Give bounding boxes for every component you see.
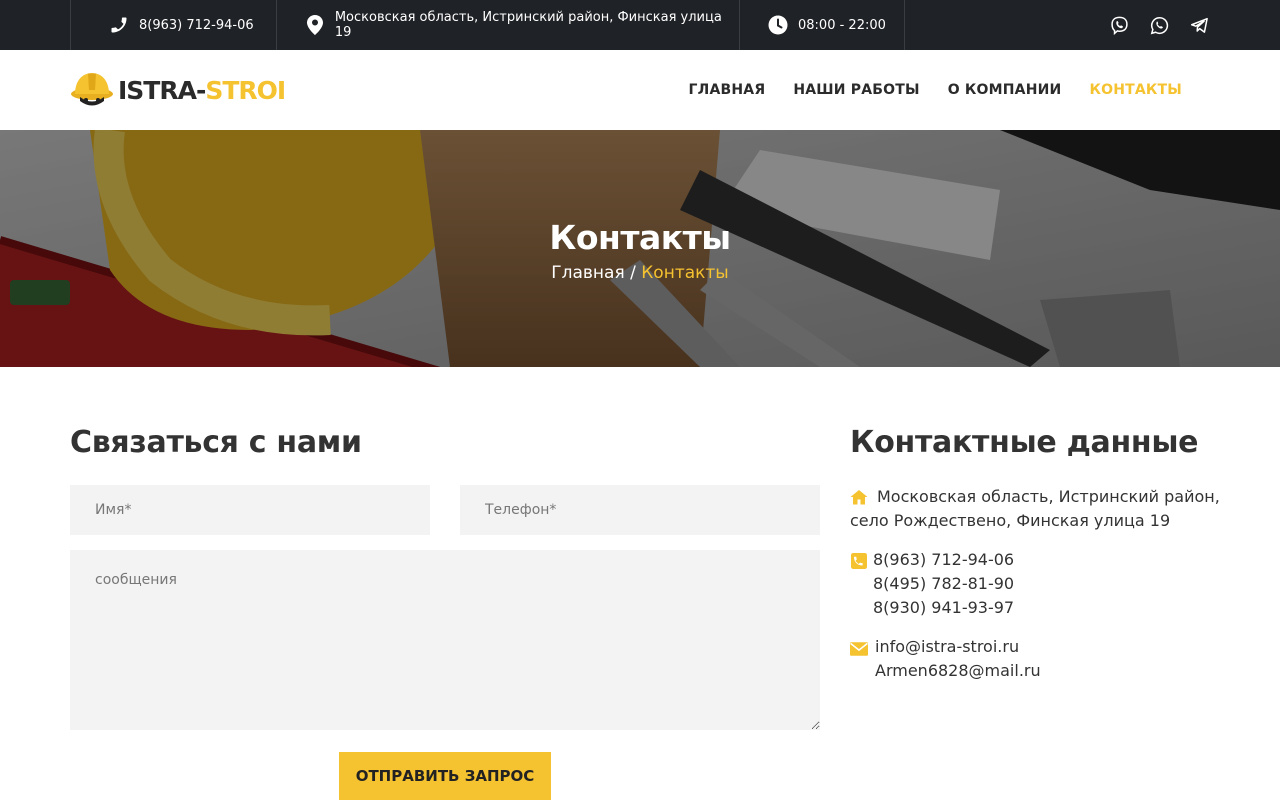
phone-icon bbox=[109, 15, 129, 35]
nav-our-works[interactable]: НАШИ РАБОТЫ bbox=[793, 82, 919, 98]
envelope-icon bbox=[850, 642, 868, 656]
topbar-address: Московская область, Истринский район, Фи… bbox=[276, 0, 739, 50]
contact-address: Московская область, Истринский район, се… bbox=[850, 485, 1230, 533]
home-icon bbox=[850, 490, 868, 505]
phone-3[interactable]: 8(930) 941-93-97 bbox=[873, 596, 1230, 620]
submit-request-button[interactable]: ОТПРАВИТЬ ЗАПРОС bbox=[339, 752, 551, 800]
social-links bbox=[1108, 0, 1210, 50]
phone-input[interactable] bbox=[460, 485, 820, 535]
name-input[interactable] bbox=[70, 485, 430, 535]
logo-text-accent: STROI bbox=[205, 75, 286, 105]
nav-home[interactable]: ГЛАВНАЯ bbox=[689, 82, 766, 98]
main-nav: ГЛАВНАЯ НАШИ РАБОТЫ О КОМПАНИИ КОНТАКТЫ bbox=[689, 50, 1182, 130]
hard-hat-icon bbox=[71, 73, 113, 106]
site-header: ISTRA- STROI ГЛАВНАЯ НАШИ РАБОТЫ О КОМПАН… bbox=[0, 50, 1280, 130]
topbar-address-text: Московская область, Истринский район, Фи… bbox=[334, 10, 722, 40]
page-banner: Контакты Главная / Контакты bbox=[0, 130, 1280, 367]
contact-form-title: Связаться с нами bbox=[70, 425, 362, 460]
page-title: Контакты bbox=[549, 218, 731, 257]
nav-contacts[interactable]: КОНТАКТЫ bbox=[1089, 82, 1182, 98]
topbar-hours-text: 08:00 - 22:00 bbox=[798, 17, 886, 33]
contact-phones: 8(963) 712-94-06 8(495) 782-81-90 8(930)… bbox=[850, 548, 1230, 620]
email-1[interactable]: info@istra-stroi.ru bbox=[875, 635, 1230, 659]
topbar-phone-text: 8(963) 712-94-06 bbox=[139, 17, 254, 33]
logo-text-primary: ISTRA- bbox=[118, 75, 206, 105]
topbar-phone[interactable]: 8(963) 712-94-06 bbox=[70, 0, 276, 50]
logo[interactable]: ISTRA- STROI bbox=[70, 70, 286, 110]
address-line-2: село Рождествено, Финская улица 19 bbox=[850, 511, 1171, 530]
clock-icon bbox=[768, 15, 788, 35]
map-marker-icon bbox=[305, 15, 325, 35]
contact-emails: info@istra-stroi.ru Armen6828@mail.ru bbox=[850, 635, 1230, 683]
breadcrumb-separator: / bbox=[630, 263, 636, 283]
telegram-icon[interactable] bbox=[1188, 14, 1210, 36]
contact-section: Связаться с нами ОТПРАВИТЬ ЗАПРОС Контак… bbox=[0, 367, 1280, 800]
phone-2[interactable]: 8(495) 782-81-90 bbox=[873, 572, 1230, 596]
whatsapp-icon[interactable] bbox=[1148, 14, 1170, 36]
top-bar: 8(963) 712-94-06 Московская область, Ист… bbox=[0, 0, 1280, 50]
topbar-hours: 08:00 - 22:00 bbox=[739, 0, 905, 50]
email-2[interactable]: Armen6828@mail.ru bbox=[875, 659, 1230, 683]
phone-1[interactable]: 8(963) 712-94-06 bbox=[873, 548, 1230, 572]
phone-square-icon bbox=[851, 553, 867, 569]
breadcrumb-current: Контакты bbox=[641, 263, 729, 283]
nav-about[interactable]: О КОМПАНИИ bbox=[948, 82, 1062, 98]
breadcrumb-home[interactable]: Главная bbox=[551, 263, 624, 283]
message-textarea[interactable] bbox=[70, 550, 820, 730]
breadcrumb: Главная / Контакты bbox=[0, 263, 1280, 283]
address-line-1: Московская область, Истринский район, bbox=[877, 487, 1220, 506]
viber-icon[interactable] bbox=[1108, 14, 1130, 36]
contact-info-title: Контактные данные bbox=[850, 425, 1199, 460]
